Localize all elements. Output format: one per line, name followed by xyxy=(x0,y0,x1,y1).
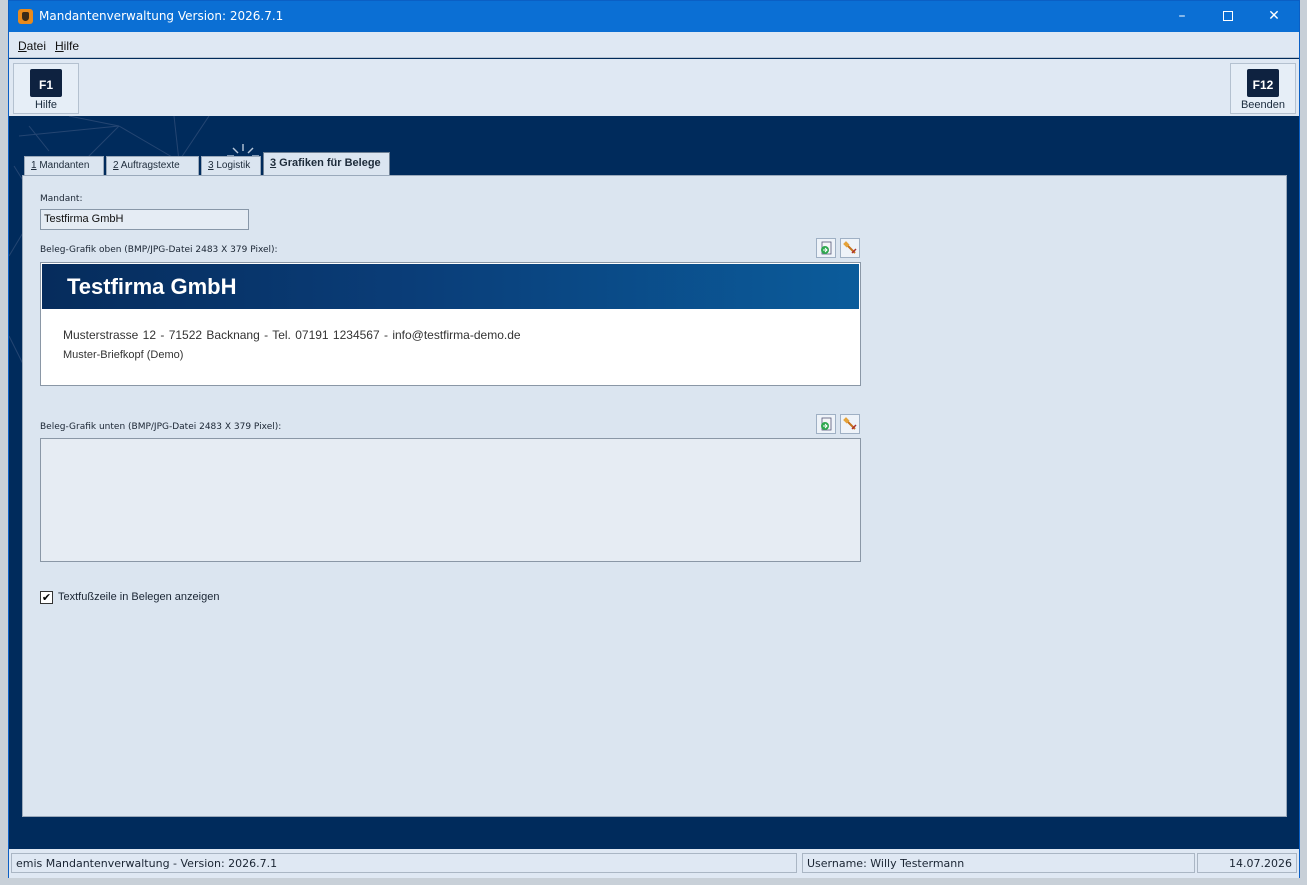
help-button-label: Hilfe xyxy=(34,99,57,111)
exit-button[interactable]: F12 Beenden xyxy=(1230,63,1296,114)
bottom-graphic-label: Beleg-Grafik unten (BMP/JPG-Datei 2483 X… xyxy=(40,422,282,432)
status-bar: emis Mandantenverwaltung - Version: 2026… xyxy=(9,849,1299,878)
bottom-graphic-preview xyxy=(40,438,861,562)
letterhead-address: Musterstrasse 12 - 71522 Backnang - Tel.… xyxy=(63,328,521,342)
maximize-button[interactable] xyxy=(1205,1,1251,32)
menu-hilfe[interactable]: Hilfe xyxy=(55,39,79,53)
f1-key-badge: F1 xyxy=(30,69,62,97)
letterhead-band: Testfirma GmbH xyxy=(42,264,859,309)
window-title: Mandantenverwaltung Version: 2026.7.1 xyxy=(39,9,284,23)
tab-auftragstexte[interactable]: 2 Auftragstexte xyxy=(106,156,199,175)
clear-image-icon xyxy=(843,241,857,254)
clear-top-graphic-button[interactable] xyxy=(840,238,860,258)
maximize-icon xyxy=(1223,11,1233,21)
tab-panel-grafiken: Mandant: Testfirma GmbH Beleg-Grafik obe… xyxy=(22,175,1287,817)
main-window: Mandantenverwaltung Version: 2026.7.1 – … xyxy=(8,0,1300,878)
footer-text-label[interactable]: Textfußzeile in Belegen anzeigen xyxy=(58,591,219,603)
app-icon xyxy=(18,9,33,24)
tab-logistik[interactable]: 3 Logistik xyxy=(201,156,261,175)
mandant-label: Mandant: xyxy=(40,194,83,204)
menu-bar: Datei Hilfe xyxy=(9,32,1299,58)
tab-mandanten[interactable]: 1 Mandanten xyxy=(24,156,104,175)
title-bar[interactable]: Mandantenverwaltung Version: 2026.7.1 – … xyxy=(9,1,1299,32)
load-top-graphic-button[interactable] xyxy=(816,238,836,258)
exit-button-label: Beenden xyxy=(1240,99,1286,111)
footer-text-checkbox[interactable]: ✔ xyxy=(40,591,53,604)
minimize-button[interactable]: – xyxy=(1159,1,1205,32)
clear-bottom-graphic-button[interactable] xyxy=(840,414,860,434)
status-date: 14.07.2026 xyxy=(1197,853,1297,873)
status-username: Username: Willy Testermann xyxy=(802,853,1195,873)
top-graphic-label: Beleg-Grafik oben (BMP/JPG-Datei 2483 X … xyxy=(40,245,278,255)
clear-image-icon xyxy=(843,417,857,430)
f12-key-badge: F12 xyxy=(1247,69,1279,97)
mandant-field[interactable]: Testfirma GmbH xyxy=(40,209,249,230)
menu-datei[interactable]: Datei xyxy=(18,39,46,53)
status-version: emis Mandantenverwaltung - Version: 2026… xyxy=(11,853,797,873)
load-bottom-graphic-button[interactable] xyxy=(816,414,836,434)
top-graphic-preview: Testfirma GmbH Musterstrasse 12 - 71522 … xyxy=(40,262,861,386)
help-button[interactable]: F1 Hilfe xyxy=(13,63,79,114)
toolbar: F1 Hilfe F12 Beenden xyxy=(9,59,1299,116)
load-image-icon xyxy=(821,241,832,255)
close-button[interactable]: ✕ xyxy=(1251,1,1297,32)
load-image-icon xyxy=(821,417,832,431)
letterhead-subtitle: Muster-Briefkopf (Demo) xyxy=(63,349,184,361)
letterhead-company: Testfirma GmbH xyxy=(67,274,237,299)
tab-grafiken-fuer-belege[interactable]: 3 Grafiken für Belege xyxy=(263,152,390,175)
